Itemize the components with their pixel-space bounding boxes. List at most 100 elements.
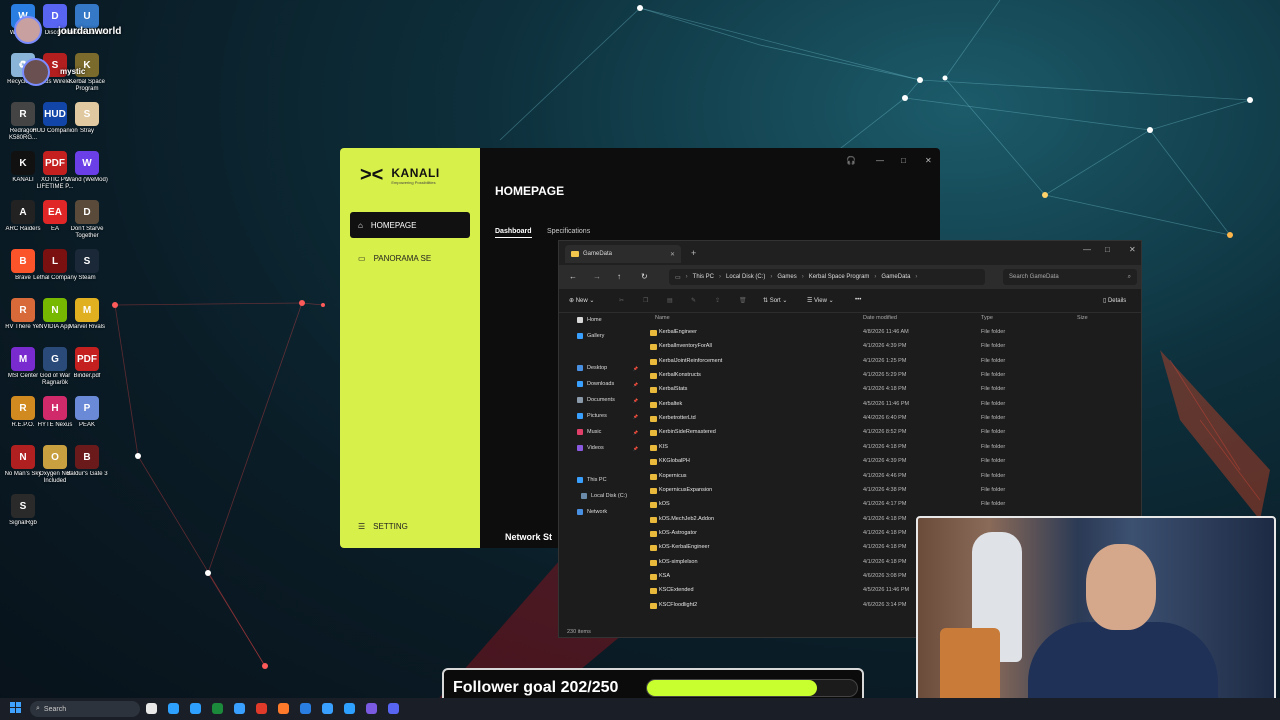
taskbar-app-icon[interactable] [256,703,267,714]
file-row[interactable]: KerbalKonstructs 4/1/2026 5:29 PM File fol… [645,369,1135,383]
taskbar-search-label: Search [43,705,67,713]
desktop-icon[interactable]: S Stray [64,102,110,142]
taskbar-app-icon[interactable] [146,703,157,714]
headset-icon[interactable]: 🎧 [846,156,856,165]
cut-icon[interactable]: ✂ [619,297,624,304]
column-header-date[interactable]: Date modified [863,315,897,321]
file-row[interactable]: KIS 4/1/2026 4:18 PM File folder [645,441,1135,455]
nav-item[interactable]: This PC [577,477,607,483]
file-row[interactable]: KerbalStats 4/1/2026 4:18 PM File folder [645,383,1135,397]
file-row[interactable]: KerbinSideRemastered 4/1/2026 8:52 PM File… [645,426,1135,440]
tab-specifications[interactable]: Specifications [547,228,590,235]
file-row[interactable]: Kerbaltek 4/5/2026 11:46 PM File folder [645,398,1135,412]
taskbar-app-icon[interactable] [344,703,355,714]
taskbar-app-icon[interactable] [388,703,399,714]
close-button[interactable]: ✕ [925,156,932,165]
rename-icon[interactable]: ✎ [691,297,696,304]
tab-dashboard[interactable]: Dashboard [495,228,532,238]
taskbar-search[interactable]: ⌕ Search [30,701,140,717]
minimize-button[interactable]: — [1083,245,1091,254]
stream-username-2: mystic [60,67,86,76]
tab-gamedata[interactable]: GameData ✕ [565,245,681,263]
desktop-icon[interactable]: PDF Binder.pdf [64,347,110,387]
column-header-type[interactable]: Type [981,315,993,321]
taskbar-app-icon[interactable] [300,703,311,714]
pin-icon[interactable]: 📌 [633,382,638,387]
close-tab-icon[interactable]: ✕ [670,251,675,258]
breadcrumb-item[interactable]: This PC [693,274,714,280]
taskbar-app-icon[interactable] [366,703,377,714]
column-header-size[interactable]: Size [1077,315,1088,321]
close-button[interactable]: ✕ [1129,245,1136,254]
new-button[interactable]: ⊕ New ⌄ [569,297,594,304]
nav-item[interactable]: Videos 📌 [577,445,638,451]
nav-item[interactable]: Gallery [577,333,604,339]
copy-icon[interactable]: ❐ [643,297,648,304]
forward-arrow-icon[interactable]: → [593,272,601,281]
taskbar-app-icon[interactable] [234,703,245,714]
breadcrumb-item[interactable]: Local Disk (C:) [726,274,765,280]
taskbar-app-icon[interactable] [322,703,333,714]
minimize-button[interactable]: — [876,156,884,165]
desktop-icon[interactable]: P PEAK [64,396,110,436]
nav-item[interactable]: Home [577,317,602,323]
desktop-icon[interactable]: D Don't Starve Together [64,200,110,240]
nav-item-panorama[interactable]: ▭ PANORAMA SE [350,245,470,271]
search-input[interactable]: Search GameData ⌕ [1003,269,1137,285]
taskbar-app-icon[interactable] [190,703,201,714]
breadcrumb[interactable]: ▭ › This PC › Local Disk (C:) › Games › … [669,269,985,285]
more-options-icon[interactable]: ••• [855,297,861,303]
new-tab-button[interactable]: + [691,248,696,258]
pin-icon[interactable]: 📌 [633,398,638,403]
desktop-icon[interactable]: S SignalRgb [0,494,46,534]
column-header-name[interactable]: Name [655,315,670,321]
back-arrow-icon[interactable]: ← [569,272,577,281]
file-row[interactable]: KerbalInventoryForAll 4/1/2026 4:39 PM Fil… [645,340,1135,354]
desktop-icon[interactable]: U Ubisoft Connect [64,4,110,44]
desktop-icon[interactable]: B Baldur's Gate 3 [64,445,110,485]
desktop-icon[interactable]: M Marvel Rivals [64,298,110,338]
details-button[interactable]: ▯ Details [1103,297,1126,304]
nav-item[interactable]: Pictures 📌 [577,413,638,419]
share-icon[interactable]: ⇪ [715,297,720,304]
taskbar-app-icon[interactable] [278,703,289,714]
file-row[interactable]: KerbalEngineer 4/8/2026 11:46 AM File fold… [645,326,1135,340]
folder-icon [650,459,657,466]
nav-item[interactable]: Music 📌 [577,429,638,435]
setting-button[interactable]: ☰ SETTING [358,522,408,531]
file-row[interactable]: KopernicusExpansion 4/1/2026 4:38 PM File … [645,484,1135,498]
view-button[interactable]: ☰ View ⌄ [807,297,834,304]
pin-icon[interactable]: 📌 [633,414,638,419]
sort-button[interactable]: ⇅ Sort ⌄ [763,297,787,304]
taskbar-app-icon[interactable] [212,703,223,714]
paste-icon[interactable]: ▤ [667,297,673,304]
taskbar-app-icon[interactable] [168,703,179,714]
file-row[interactable]: kOS 4/1/2026 4:17 PM File folder [645,498,1135,512]
pin-icon[interactable]: 📌 [633,366,638,371]
folder-icon [650,602,657,609]
desktop-icon[interactable]: S Steam [64,249,110,289]
nav-item[interactable]: Documents 📌 [577,397,638,403]
breadcrumb-item[interactable]: Kerbal Space Program [809,274,870,280]
pin-icon[interactable]: 📌 [633,430,638,435]
start-button[interactable] [10,702,22,714]
nav-item-homepage[interactable]: ⌂ HOMEPAGE [350,212,470,238]
refresh-icon[interactable]: ↻ [641,272,648,281]
pin-icon[interactable]: 📌 [633,446,638,451]
desktop-icon[interactable]: W Wand (WeMod) [64,151,110,191]
file-row[interactable]: Kopernicus 4/1/2026 4:46 PM File folder [645,470,1135,484]
file-row[interactable]: KerbetrotterLtd 4/4/2026 6:40 PM File fold… [645,412,1135,426]
file-row[interactable]: KerbalJointReinforcement 4/1/2026 1:25 PM… [645,355,1135,369]
delete-icon[interactable]: 🗑 [739,297,747,304]
breadcrumb-item[interactable]: Games [777,274,796,280]
nav-item-label: Network [587,509,608,515]
breadcrumb-item[interactable]: GameData [881,274,910,280]
maximize-button[interactable]: □ [1105,245,1110,254]
up-arrow-icon[interactable]: ↑ [617,272,621,281]
file-row[interactable]: KKGlobalPH 4/1/2026 4:39 PM File folder [645,455,1135,469]
nav-item[interactable]: Desktop 📌 [577,365,638,371]
nav-item[interactable]: Network [577,509,607,515]
maximize-button[interactable]: □ [901,156,906,165]
nav-item[interactable]: Downloads 📌 [577,381,638,387]
nav-item[interactable]: Local Disk (C:) [581,493,627,499]
